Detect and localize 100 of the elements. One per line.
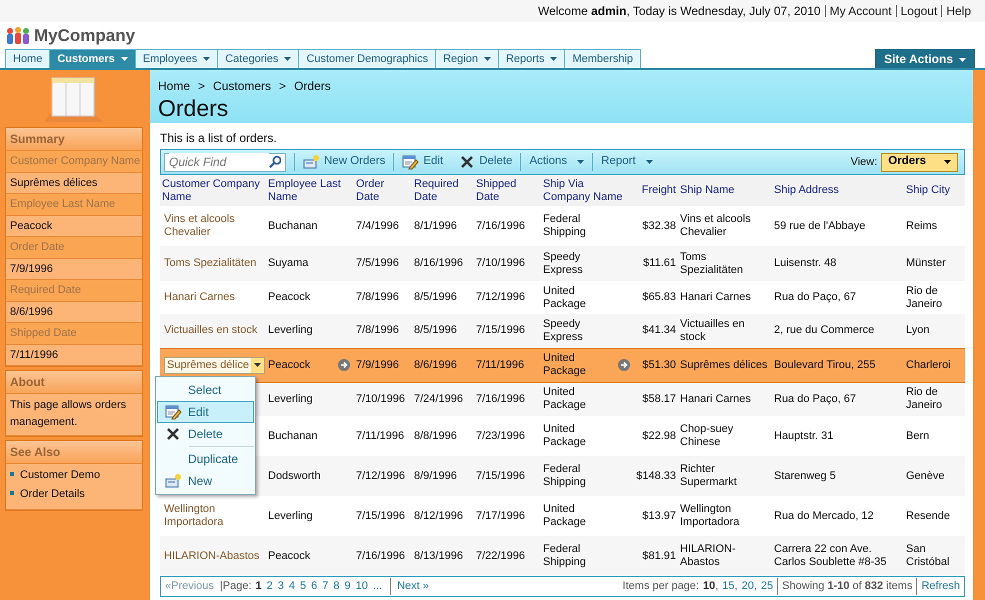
page-link[interactable]: 7	[322, 578, 328, 595]
table-cell-text: 7/23/1996	[476, 430, 526, 442]
table-cell-text: 7/8/1996	[356, 291, 400, 304]
column-header[interactable]: Ship Name	[678, 175, 772, 206]
table-cell-text: 7/11/1996	[476, 358, 526, 372]
bullet-icon	[10, 491, 14, 496]
nav-tab[interactable]: Customer Demographics	[298, 49, 436, 68]
customer-link[interactable]: Wellington Importadora	[164, 503, 264, 529]
description-text: This is a list of orders.	[159, 130, 278, 147]
column-header[interactable]: Customer Company Name	[160, 175, 266, 206]
nav-tab[interactable]: Home	[5, 49, 50, 68]
see-also-link[interactable]: Customer Demo	[20, 469, 100, 481]
table-cell-text: 7/10/1996	[476, 257, 526, 270]
table-cell-text: Vins et alcools Chevalier	[680, 213, 752, 239]
page-size-link[interactable]: 10	[702, 578, 716, 595]
top-link[interactable]: Logout	[896, 5, 942, 17]
menu-item[interactable]: Edit	[157, 401, 254, 423]
table-cell-text: Leverling	[268, 510, 314, 522]
field-value: 8/6/1996	[6, 302, 142, 323]
column-header[interactable]: Freight	[634, 175, 678, 206]
table-cell-text: Rua do Paço, 67	[774, 392, 857, 406]
toolbar-button[interactable]: Actions	[520, 153, 592, 171]
separator-text: ,	[734, 579, 738, 594]
column-header[interactable]: Employee Last Name	[266, 175, 354, 206]
table-cell-text: Federal Shipping	[543, 463, 587, 489]
table-cell-text: United Package	[543, 423, 587, 449]
delete-icon	[165, 426, 181, 442]
top-link[interactable]: My Account	[824, 5, 896, 17]
table-cell-text: 7/16/1996	[476, 392, 526, 406]
page-link[interactable]: 3	[278, 578, 284, 595]
nav-tab[interactable]: Employees	[134, 49, 218, 68]
separator-text: ,	[715, 579, 718, 594]
table-cell-text: Lyon	[906, 324, 930, 338]
page-link[interactable]: 6	[311, 578, 318, 595]
table-cell-text: $13.97	[641, 510, 676, 522]
field-label: Customer Company Name	[6, 151, 142, 172]
quick-find-field[interactable]: Quick Find	[164, 152, 286, 172]
table-cell-text: Starenweg 5	[774, 470, 837, 482]
menu-item[interactable]: New	[157, 470, 254, 492]
nav-tab[interactable]: Customers	[49, 49, 136, 68]
table-cell-text: 8/5/1996	[414, 291, 458, 304]
menu-item[interactable]: Select	[157, 379, 254, 401]
column-header[interactable]: Ship Via Company Name	[541, 175, 634, 206]
nav-tab[interactable]: Reports	[498, 49, 566, 68]
menu-item[interactable]: Duplicate	[157, 448, 254, 470]
next-link[interactable]: Next »	[390, 578, 429, 595]
nav-tab[interactable]: Region	[435, 49, 499, 68]
toolbar-button[interactable]: Edit	[393, 153, 452, 171]
page-size-link[interactable]: 15	[722, 578, 735, 595]
breadcrumb-separator: >	[279, 78, 286, 95]
page-link[interactable]: 10	[356, 578, 368, 595]
table-cell-text: 8/13/1996	[414, 550, 464, 562]
nav-tab[interactable]: Categories	[217, 49, 300, 68]
page-size-link[interactable]: 20	[742, 578, 754, 595]
customer-link[interactable]: Hanari Carnes	[164, 291, 264, 304]
panel-title: See Also	[6, 441, 142, 464]
page-link[interactable]: 4	[288, 578, 296, 595]
column-header[interactable]: Ship City	[904, 175, 965, 206]
see-also-link[interactable]: Order Details	[20, 488, 85, 500]
menu-item[interactable]: Delete	[157, 423, 254, 445]
row-action-dropdown[interactable]: Suprêmes délice	[164, 356, 265, 374]
table-cell-text: Rio de Janeiro	[906, 386, 944, 412]
page-size-link[interactable]: 25	[760, 578, 774, 595]
column-header[interactable]: Ship Address	[772, 175, 904, 206]
refresh-link[interactable]: Refresh	[921, 578, 960, 595]
table-cell-text: Buchanan	[268, 220, 319, 232]
items-per-page-label: Items per page:	[622, 579, 699, 594]
table-cell-text: 7/24/1996	[414, 392, 464, 406]
view-dropdown[interactable]: Orders	[881, 152, 958, 172]
ellipsis-link[interactable]: ...	[372, 578, 382, 595]
site-actions-button[interactable]: Site Actions	[875, 49, 975, 68]
page-link[interactable]: 5	[300, 578, 306, 595]
table-cell-text: $65.83	[641, 291, 676, 304]
table-cell-text: Speedy Express	[543, 250, 584, 276]
top-link[interactable]: Help	[941, 5, 975, 17]
table-cell-text: $32.38	[641, 220, 676, 232]
search-icon	[268, 155, 281, 169]
toolbar-button[interactable]: New Orders	[294, 153, 394, 171]
table-cell-text: Suyama	[268, 257, 310, 270]
field-label: Order Date	[6, 237, 142, 258]
breadcrumb-link[interactable]: Home	[158, 77, 190, 95]
page-link[interactable]: 8	[333, 578, 340, 595]
page-link[interactable]: 1	[256, 578, 262, 595]
toolbar-button[interactable]: Delete	[451, 153, 520, 171]
page-link[interactable]: 2	[266, 578, 273, 595]
table-cell-text: 8/5/1996	[414, 324, 458, 338]
table-cell-text: Hanari Carnes	[680, 291, 752, 304]
new-document-icon	[164, 473, 182, 489]
customer-link[interactable]: Vins et alcools Chevalier	[164, 213, 264, 239]
delete-icon	[459, 154, 476, 170]
column-header[interactable]: Shipped Date	[474, 175, 541, 206]
table-cell-text: Peacock	[268, 358, 312, 372]
breadcrumb-link[interactable]: Customers	[213, 77, 272, 95]
table-cell-text: 7/15/1996	[476, 324, 526, 338]
column-header[interactable]: Order Date	[354, 175, 412, 206]
toolbar-button[interactable]: Report	[592, 153, 661, 171]
table-cell-text: United Package	[543, 386, 587, 412]
column-header[interactable]: Required Date	[412, 175, 474, 206]
nav-tab[interactable]: Membership	[564, 49, 642, 68]
page-link[interactable]: 9	[344, 578, 351, 595]
